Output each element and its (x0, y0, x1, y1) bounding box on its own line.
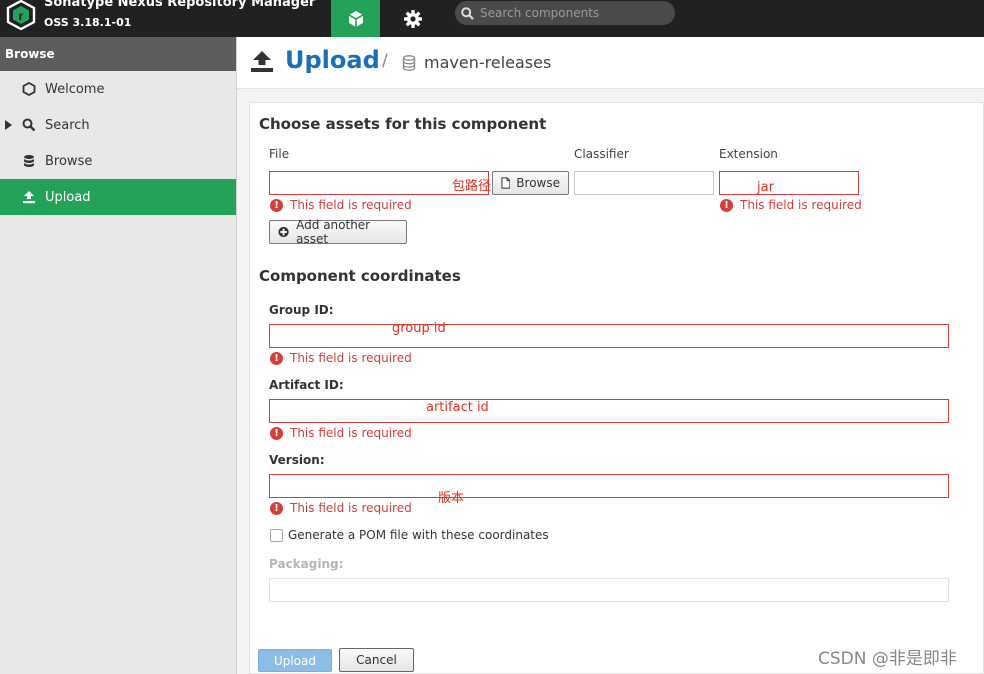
group-id-value: group id (392, 321, 446, 336)
gear-icon (404, 9, 422, 28)
file-label: File (269, 147, 290, 161)
artifact-id-error-text: This field is required (290, 426, 412, 440)
page-title-bar: Upload / maven-releases (237, 37, 984, 89)
upload-button[interactable]: Upload (258, 649, 332, 672)
classifier-label: Classifier (574, 147, 629, 161)
group-id-input[interactable] (269, 324, 949, 348)
nav-browse-button[interactable] (331, 0, 380, 37)
error-icon: ! (270, 501, 283, 515)
cube-icon (348, 10, 363, 27)
extension-input-value: jar (757, 180, 774, 195)
nexus-logo: r (6, 0, 36, 30)
group-id-label: Group ID: (269, 303, 334, 317)
version-input[interactable] (269, 474, 949, 498)
sidebar-item-label: Upload (45, 189, 91, 205)
sidebar-item-label: Browse (45, 153, 93, 169)
artifact-id-label: Artifact ID: (269, 378, 344, 392)
group-id-error-text: This field is required (290, 351, 412, 365)
packaging-input (269, 578, 949, 602)
svg-text:r: r (19, 9, 24, 23)
version-value: 版本 (438, 491, 465, 506)
expand-caret-icon[interactable] (5, 120, 12, 130)
plus-circle-icon (278, 226, 289, 238)
search-icon (22, 118, 36, 132)
generate-pom-label: Generate a POM file with these coordinat… (288, 528, 549, 542)
search-box[interactable] (455, 1, 675, 25)
packaging-label: Packaging: (269, 557, 344, 571)
sidebar-heading: Browse (0, 37, 236, 71)
file-input-value: 包路径 (452, 179, 492, 194)
artifact-id-value: artifact id (426, 400, 489, 415)
version-error: ! This field is required (270, 501, 412, 515)
upload-icon (22, 190, 36, 204)
sidebar-item-label: Welcome (45, 81, 105, 97)
search-icon (461, 6, 474, 20)
sidebar-item-upload[interactable]: Upload (0, 179, 236, 215)
nav-admin-button[interactable] (391, 0, 435, 37)
extension-error: ! This field is required (720, 198, 862, 212)
sidebar-item-label: Search (45, 117, 90, 133)
sidebar-item-search[interactable]: Search (0, 107, 236, 143)
app-version: OSS 3.18.1-01 (44, 16, 132, 29)
version-error-text: This field is required (290, 501, 412, 515)
version-label: Version: (269, 453, 325, 467)
sidebar: Browse Welcome Search Browse Upload (0, 37, 237, 674)
group-id-error: ! This field is required (270, 351, 412, 365)
cancel-button[interactable]: Cancel (339, 648, 414, 672)
error-icon: ! (720, 198, 733, 212)
hexagon-icon (22, 82, 36, 96)
error-icon: ! (270, 351, 283, 365)
assets-heading: Choose assets for this component (259, 115, 547, 133)
top-header: r Sonatype Nexus Repository Manager OSS … (0, 0, 984, 37)
artifact-id-input[interactable] (269, 399, 949, 423)
sidebar-item-browse[interactable]: Browse (0, 143, 236, 179)
browse-button-label: Browse (516, 176, 560, 190)
database-icon (22, 154, 36, 168)
breadcrumb-separator: / (382, 51, 388, 71)
add-asset-label: Add another asset (296, 218, 371, 246)
extension-label: Extension (719, 147, 778, 161)
error-icon: ! (270, 198, 283, 212)
coordinates-heading: Component coordinates (259, 267, 461, 285)
app-name: Sonatype Nexus Repository Manager (44, 0, 316, 10)
watermark: CSDN @非是即非 (818, 649, 957, 669)
error-icon: ! (270, 426, 283, 440)
page-title: Upload (285, 46, 380, 74)
classifier-input[interactable] (574, 171, 714, 195)
upload-icon (251, 51, 273, 72)
file-error-text: This field is required (290, 198, 412, 212)
database-icon (402, 55, 416, 71)
extension-input[interactable] (719, 171, 859, 195)
file-icon (501, 177, 511, 189)
file-error: ! This field is required (270, 198, 412, 212)
artifact-id-error: ! This field is required (270, 426, 412, 440)
add-asset-button[interactable]: Add another asset (269, 218, 407, 246)
browse-button[interactable]: Browse (492, 171, 569, 195)
search-input[interactable] (480, 6, 660, 20)
sidebar-item-welcome[interactable]: Welcome (0, 71, 236, 107)
breadcrumb-repository[interactable]: maven-releases (424, 53, 551, 72)
generate-pom-checkbox[interactable] (270, 529, 283, 542)
extension-error-text: This field is required (740, 198, 862, 212)
